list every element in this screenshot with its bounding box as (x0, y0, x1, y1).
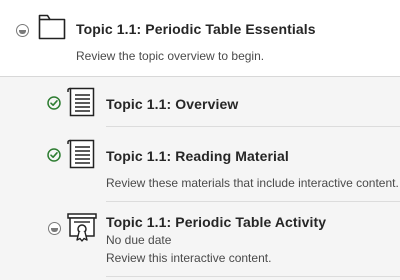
folder-description: Review the topic overview to begin. (76, 49, 265, 63)
completed-check-icon (47, 96, 61, 115)
item-description: Review these materials that include inte… (106, 176, 399, 190)
folder-icon (38, 14, 66, 45)
visibility-status-icon[interactable] (48, 222, 61, 235)
due-date: No due date (106, 233, 172, 247)
item-description: Review this interactive content. (106, 251, 272, 265)
visibility-status-icon[interactable] (16, 24, 29, 37)
item-title[interactable]: Topic 1.1: Periodic Table Activity (106, 214, 326, 230)
document-icon (66, 86, 98, 123)
completed-check-icon (47, 148, 61, 167)
item-title[interactable]: Topic 1.1: Reading Material (106, 148, 289, 164)
document-icon (66, 138, 98, 175)
interactive-activity-icon (66, 211, 98, 248)
item-divider (106, 201, 400, 202)
item-title[interactable]: Topic 1.1: Overview (106, 96, 238, 112)
item-divider (106, 276, 400, 277)
folder-row[interactable]: Topic 1.1: Periodic Table Essentials Rev… (0, 0, 400, 76)
item-divider (106, 126, 400, 127)
folder-contents: Topic 1.1: Overview Topic 1.1: Reading M… (0, 77, 400, 280)
folder-title[interactable]: Topic 1.1: Periodic Table Essentials (76, 21, 316, 37)
